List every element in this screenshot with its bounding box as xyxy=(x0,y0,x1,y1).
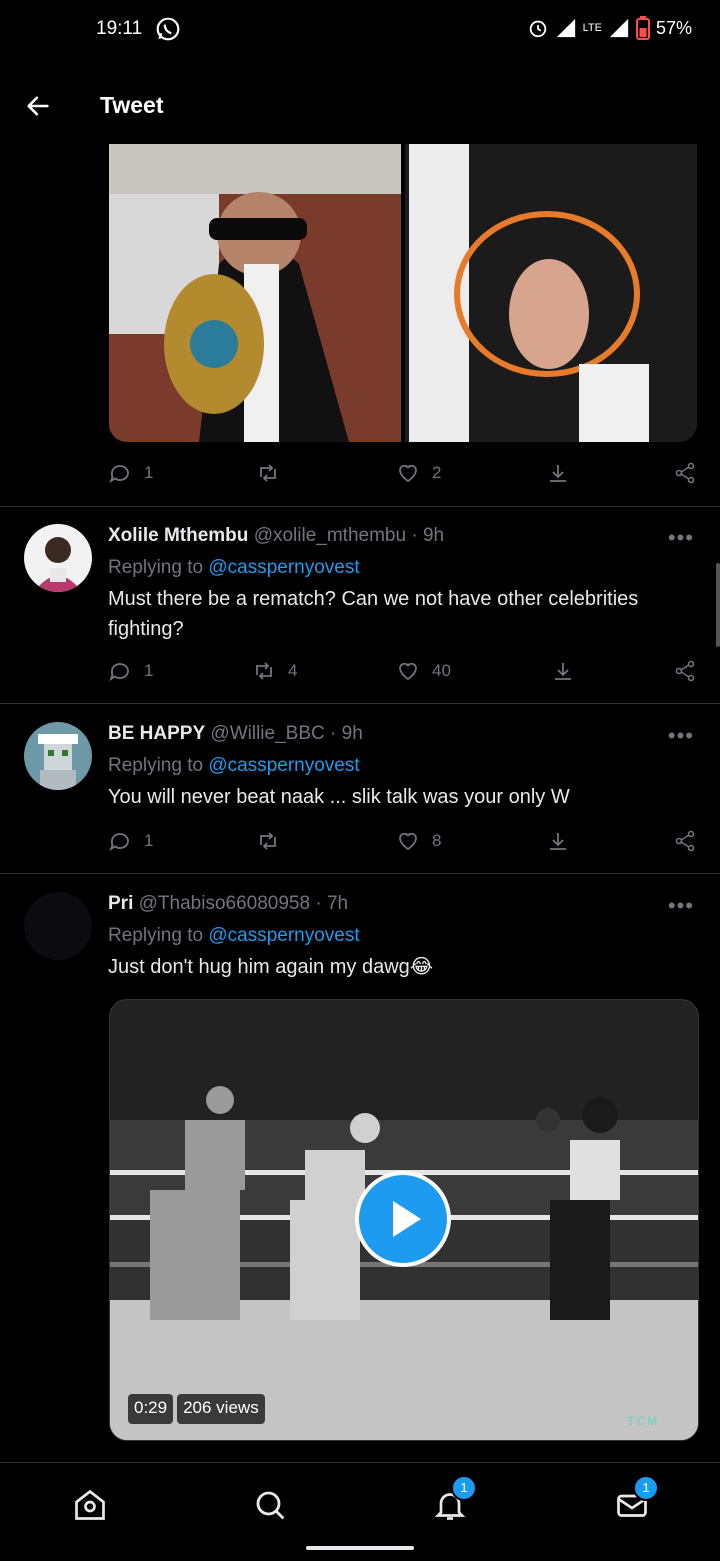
retweet-icon xyxy=(256,662,272,680)
bookmark-icon xyxy=(555,663,571,680)
retweet-button[interactable] xyxy=(256,829,292,853)
more-icon[interactable]: ••• xyxy=(668,525,694,551)
like-button[interactable]: 40 xyxy=(396,659,451,683)
back-arrow-icon[interactable] xyxy=(24,92,52,120)
retweet-icon xyxy=(260,832,276,850)
avatar[interactable] xyxy=(24,892,92,960)
bookmark-icon xyxy=(550,833,566,850)
replying-to: Replying to @casspernyovest xyxy=(108,557,360,579)
avatar[interactable] xyxy=(24,722,92,790)
replying-to-link[interactable]: @casspernyovest xyxy=(208,925,359,946)
battery-level: 57% xyxy=(655,17,692,38)
play-icon xyxy=(393,1201,421,1237)
retweet-icon xyxy=(260,464,276,482)
gesture-home-indicator[interactable] xyxy=(306,1546,414,1550)
more-icon[interactable]: ••• xyxy=(668,723,694,749)
replying-prefix: Replying to xyxy=(108,925,209,946)
messages-badge: 1 xyxy=(633,1475,659,1501)
like-button[interactable]: 2 xyxy=(396,461,441,485)
replying-to: Replying to @casspernyovest xyxy=(108,755,360,777)
video-watermark: TCM xyxy=(627,1414,659,1428)
notifications-badge: 1 xyxy=(451,1475,477,1501)
tweet-text: Must there be a rematch? Can we not have… xyxy=(108,588,639,640)
replying-prefix: Replying to xyxy=(108,557,209,578)
page-title: Tweet xyxy=(100,92,164,118)
bookmark-button[interactable] xyxy=(551,659,575,683)
more-icon[interactable]: ••• xyxy=(668,893,694,919)
signal-icon xyxy=(609,18,629,38)
whatsapp-icon xyxy=(156,17,180,41)
share-icon xyxy=(675,830,695,852)
timestamp: 9h xyxy=(341,723,363,744)
reply-button[interactable]: 1 xyxy=(108,659,153,683)
signal-icon xyxy=(556,18,575,38)
like-count: 40 xyxy=(432,661,451,680)
video-info: 0:29 206 views xyxy=(128,1394,265,1424)
display-name[interactable]: BE HAPPY xyxy=(108,723,205,744)
video-views: 206 views xyxy=(177,1394,265,1424)
reply-icon xyxy=(109,663,129,682)
separator: · xyxy=(330,723,337,744)
tweet-header: Pri @Thabiso66080958 · 7h xyxy=(108,893,348,915)
reply-count: 1 xyxy=(144,463,154,482)
share-button[interactable] xyxy=(673,829,697,853)
replying-to-link[interactable]: @casspernyovest xyxy=(208,557,359,578)
display-name[interactable]: Xolile Mthembu xyxy=(108,525,248,546)
replying-to: Replying to @casspernyovest xyxy=(108,925,360,947)
reply-button[interactable]: 1 xyxy=(108,461,153,485)
scrollbar[interactable] xyxy=(716,563,720,647)
bookmark-button[interactable] xyxy=(546,829,570,853)
status-bar: 19:11 LTE 57% xyxy=(0,0,720,66)
network-type: LTE xyxy=(582,22,602,34)
tweet-header: BE HAPPY @Willie_BBC · 9h xyxy=(108,723,363,745)
home-icon[interactable] xyxy=(72,1487,108,1523)
tweet-header: Xolile Mthembu @xolile_mthembu · 9h xyxy=(108,525,444,547)
battery-icon xyxy=(635,16,650,40)
tweet-image[interactable] xyxy=(109,144,697,442)
bookmark-button[interactable] xyxy=(546,461,570,485)
separator: · xyxy=(315,893,322,914)
play-button[interactable] xyxy=(355,1171,451,1267)
reply-icon xyxy=(109,465,129,484)
like-count: 2 xyxy=(432,463,442,482)
timestamp: 7h xyxy=(326,893,349,914)
top-app-bar: Tweet xyxy=(0,70,720,144)
share-icon xyxy=(675,462,695,484)
alarm-icon xyxy=(529,20,546,38)
replying-to-link[interactable]: @casspernyovest xyxy=(208,755,359,776)
retweet-button[interactable]: 4 xyxy=(252,659,297,683)
replying-prefix: Replying to xyxy=(108,755,209,776)
separator: · xyxy=(411,525,418,546)
like-count: 8 xyxy=(432,831,442,850)
video-duration: 0:29 xyxy=(128,1394,174,1424)
divider xyxy=(0,703,720,704)
avatar[interactable] xyxy=(24,524,92,592)
share-button[interactable] xyxy=(673,461,697,485)
like-icon xyxy=(399,464,417,483)
handle[interactable]: @xolile_mthembu xyxy=(254,525,406,546)
bookmark-icon xyxy=(550,465,566,482)
like-button[interactable]: 8 xyxy=(396,829,441,853)
search-icon[interactable] xyxy=(252,1487,288,1523)
like-icon xyxy=(399,832,417,851)
divider xyxy=(0,873,720,874)
reply-count: 1 xyxy=(144,831,154,850)
status-time: 19:11 xyxy=(96,18,143,39)
share-button[interactable] xyxy=(673,659,697,683)
like-icon xyxy=(399,662,417,681)
timestamp: 9h xyxy=(422,525,445,546)
divider xyxy=(0,506,720,507)
reply-button[interactable]: 1 xyxy=(108,829,153,853)
retweet-count: 4 xyxy=(288,661,298,680)
share-icon xyxy=(675,660,695,682)
tweet-text: Just don't hug him again my dawg😂 xyxy=(108,956,434,978)
retweet-button[interactable] xyxy=(256,461,292,485)
handle[interactable]: @Thabiso66080958 xyxy=(139,893,310,914)
reply-icon xyxy=(109,833,129,852)
display-name[interactable]: Pri xyxy=(108,893,133,914)
status-right: LTE 57% xyxy=(527,16,692,40)
reply-count: 1 xyxy=(144,661,154,680)
tweet-text: You will never beat naak ... slik talk w… xyxy=(108,786,570,808)
handle[interactable]: @Willie_BBC xyxy=(210,723,324,744)
